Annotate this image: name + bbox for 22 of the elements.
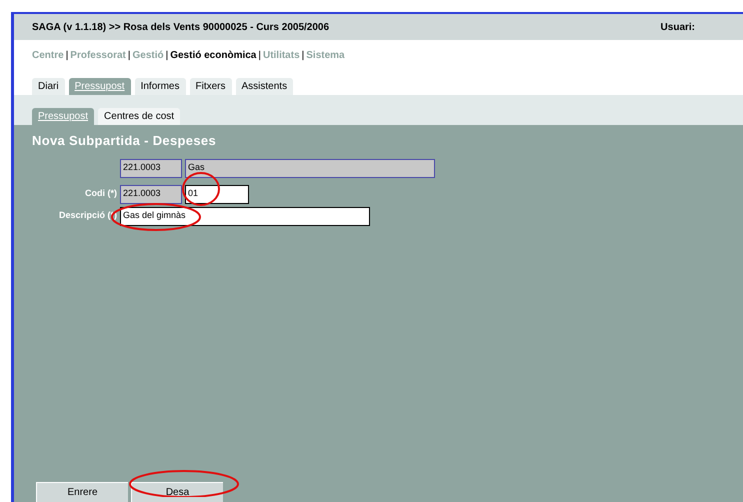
form-button[interactable]: Desa [131, 482, 223, 502]
menu-separator: | [128, 48, 130, 62]
tab[interactable]: Informes [134, 78, 186, 95]
user-label: Usuari: [660, 20, 695, 34]
code-label: Codi (*) [84, 187, 117, 200]
parent-code-field: 221.0003 [120, 158, 182, 178]
menu-separator: | [66, 48, 68, 62]
menu-link[interactable]: Gestió econòmica [170, 48, 256, 62]
parent-name-field: Gas [185, 158, 435, 178]
description-field[interactable]: Gas del gimnàs [120, 206, 370, 226]
tab[interactable]: Fitxers [190, 78, 232, 95]
tab[interactable]: Assistents [236, 78, 294, 95]
form-button[interactable]: Enrere [36, 482, 128, 502]
menu-separator: | [302, 48, 304, 62]
form-title: Nova Subpartida - Despeses [32, 132, 218, 150]
menu-separator: | [258, 48, 261, 62]
tab[interactable]: Diari [32, 78, 65, 95]
app-title: SAGA (v 1.1.18) >> Rosa dels Vents 90000025 - Curs 2005/2006 [32, 20, 330, 34]
subtab[interactable]: Centres de cost [98, 108, 180, 125]
code-prefix-field: 221.0003 [120, 184, 182, 204]
code-field[interactable]: 01 [185, 184, 249, 204]
menu-separator: | [166, 48, 168, 62]
